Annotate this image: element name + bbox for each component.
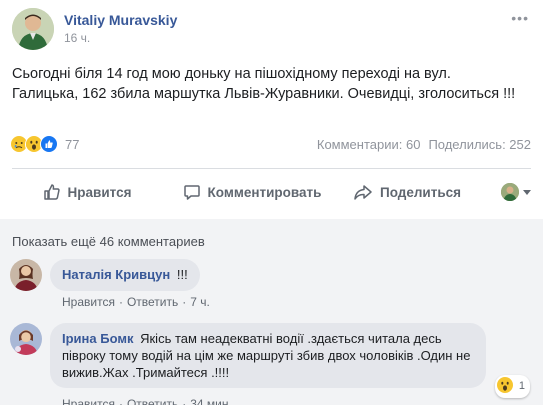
user-avatar bbox=[501, 183, 519, 201]
post-actions: Нравится Комментировать Поделиться bbox=[12, 172, 531, 212]
post-timestamp[interactable]: 16 ч. bbox=[64, 31, 177, 45]
wow-reaction-icon bbox=[496, 377, 516, 396]
comment-reaction-count: 1 bbox=[518, 380, 525, 392]
thumbs-up-icon bbox=[43, 184, 60, 200]
shares-count-link[interactable]: Поделились: 252 bbox=[428, 137, 531, 152]
comments-section: Показать ещё 46 комментариев Наталія Кри… bbox=[0, 219, 543, 405]
comment-meta: Нравится · Ответить · 34 мин bbox=[62, 397, 229, 405]
comment-button-label: Комментировать bbox=[207, 184, 322, 200]
chevron-down-icon bbox=[523, 189, 531, 195]
comment-like-link[interactable]: Нравится bbox=[62, 295, 115, 309]
comment-reply-link[interactable]: Ответить bbox=[127, 295, 178, 309]
commenter-name-link[interactable]: Наталія Кривцун bbox=[62, 267, 170, 282]
comment-reply-link[interactable]: Ответить bbox=[127, 397, 178, 405]
comment-text: !!! bbox=[176, 267, 188, 282]
comment-timestamp[interactable]: 34 мин bbox=[190, 397, 228, 405]
more-options-icon[interactable]: ••• bbox=[511, 10, 529, 26]
like-button[interactable]: Нравится bbox=[12, 172, 162, 212]
post-stats: 77 Комментарии: 60 Поделились: 252 bbox=[10, 132, 531, 156]
like-reaction-icon bbox=[40, 134, 59, 154]
commenter-avatar[interactable] bbox=[10, 323, 42, 355]
comment-icon bbox=[183, 185, 200, 200]
post-as-selector[interactable] bbox=[501, 183, 531, 201]
comment-button[interactable]: Комментировать bbox=[162, 172, 342, 212]
comment-item: Наталія Кривцун !!! bbox=[10, 259, 200, 291]
divider bbox=[12, 168, 531, 169]
commenter-avatar[interactable] bbox=[10, 259, 42, 291]
share-icon bbox=[354, 185, 372, 200]
reaction-summary[interactable]: 77 bbox=[10, 134, 80, 154]
show-more-comments-link[interactable]: Показать ещё 46 комментариев bbox=[12, 234, 205, 249]
author-name-link[interactable]: Vitaliy Muravskiy bbox=[64, 12, 177, 28]
commenter-name-link[interactable]: Ірина Бомк bbox=[62, 331, 133, 346]
post-header: Vitaliy Muravskiy 16 ч. bbox=[12, 8, 177, 54]
comment-reaction-badge[interactable]: 1 bbox=[494, 375, 530, 398]
comments-count-link[interactable]: Комментарии: 60 bbox=[317, 137, 421, 152]
author-avatar[interactable] bbox=[12, 8, 54, 50]
comment-item: Ірина Бомк Якісь там неадекватні водії .… bbox=[10, 323, 530, 398]
share-button[interactable]: Поделиться bbox=[342, 172, 472, 212]
comment-like-link[interactable]: Нравится bbox=[62, 397, 115, 405]
like-button-label: Нравится bbox=[67, 184, 132, 200]
reaction-count: 77 bbox=[65, 136, 80, 152]
share-button-label: Поделиться bbox=[379, 184, 462, 200]
comment-timestamp[interactable]: 7 ч. bbox=[190, 295, 210, 309]
comment-meta: Нравится · Ответить · 7 ч. bbox=[62, 295, 210, 309]
post-text: Сьогодні біля 14 год мою доньку на пішох… bbox=[12, 66, 516, 102]
